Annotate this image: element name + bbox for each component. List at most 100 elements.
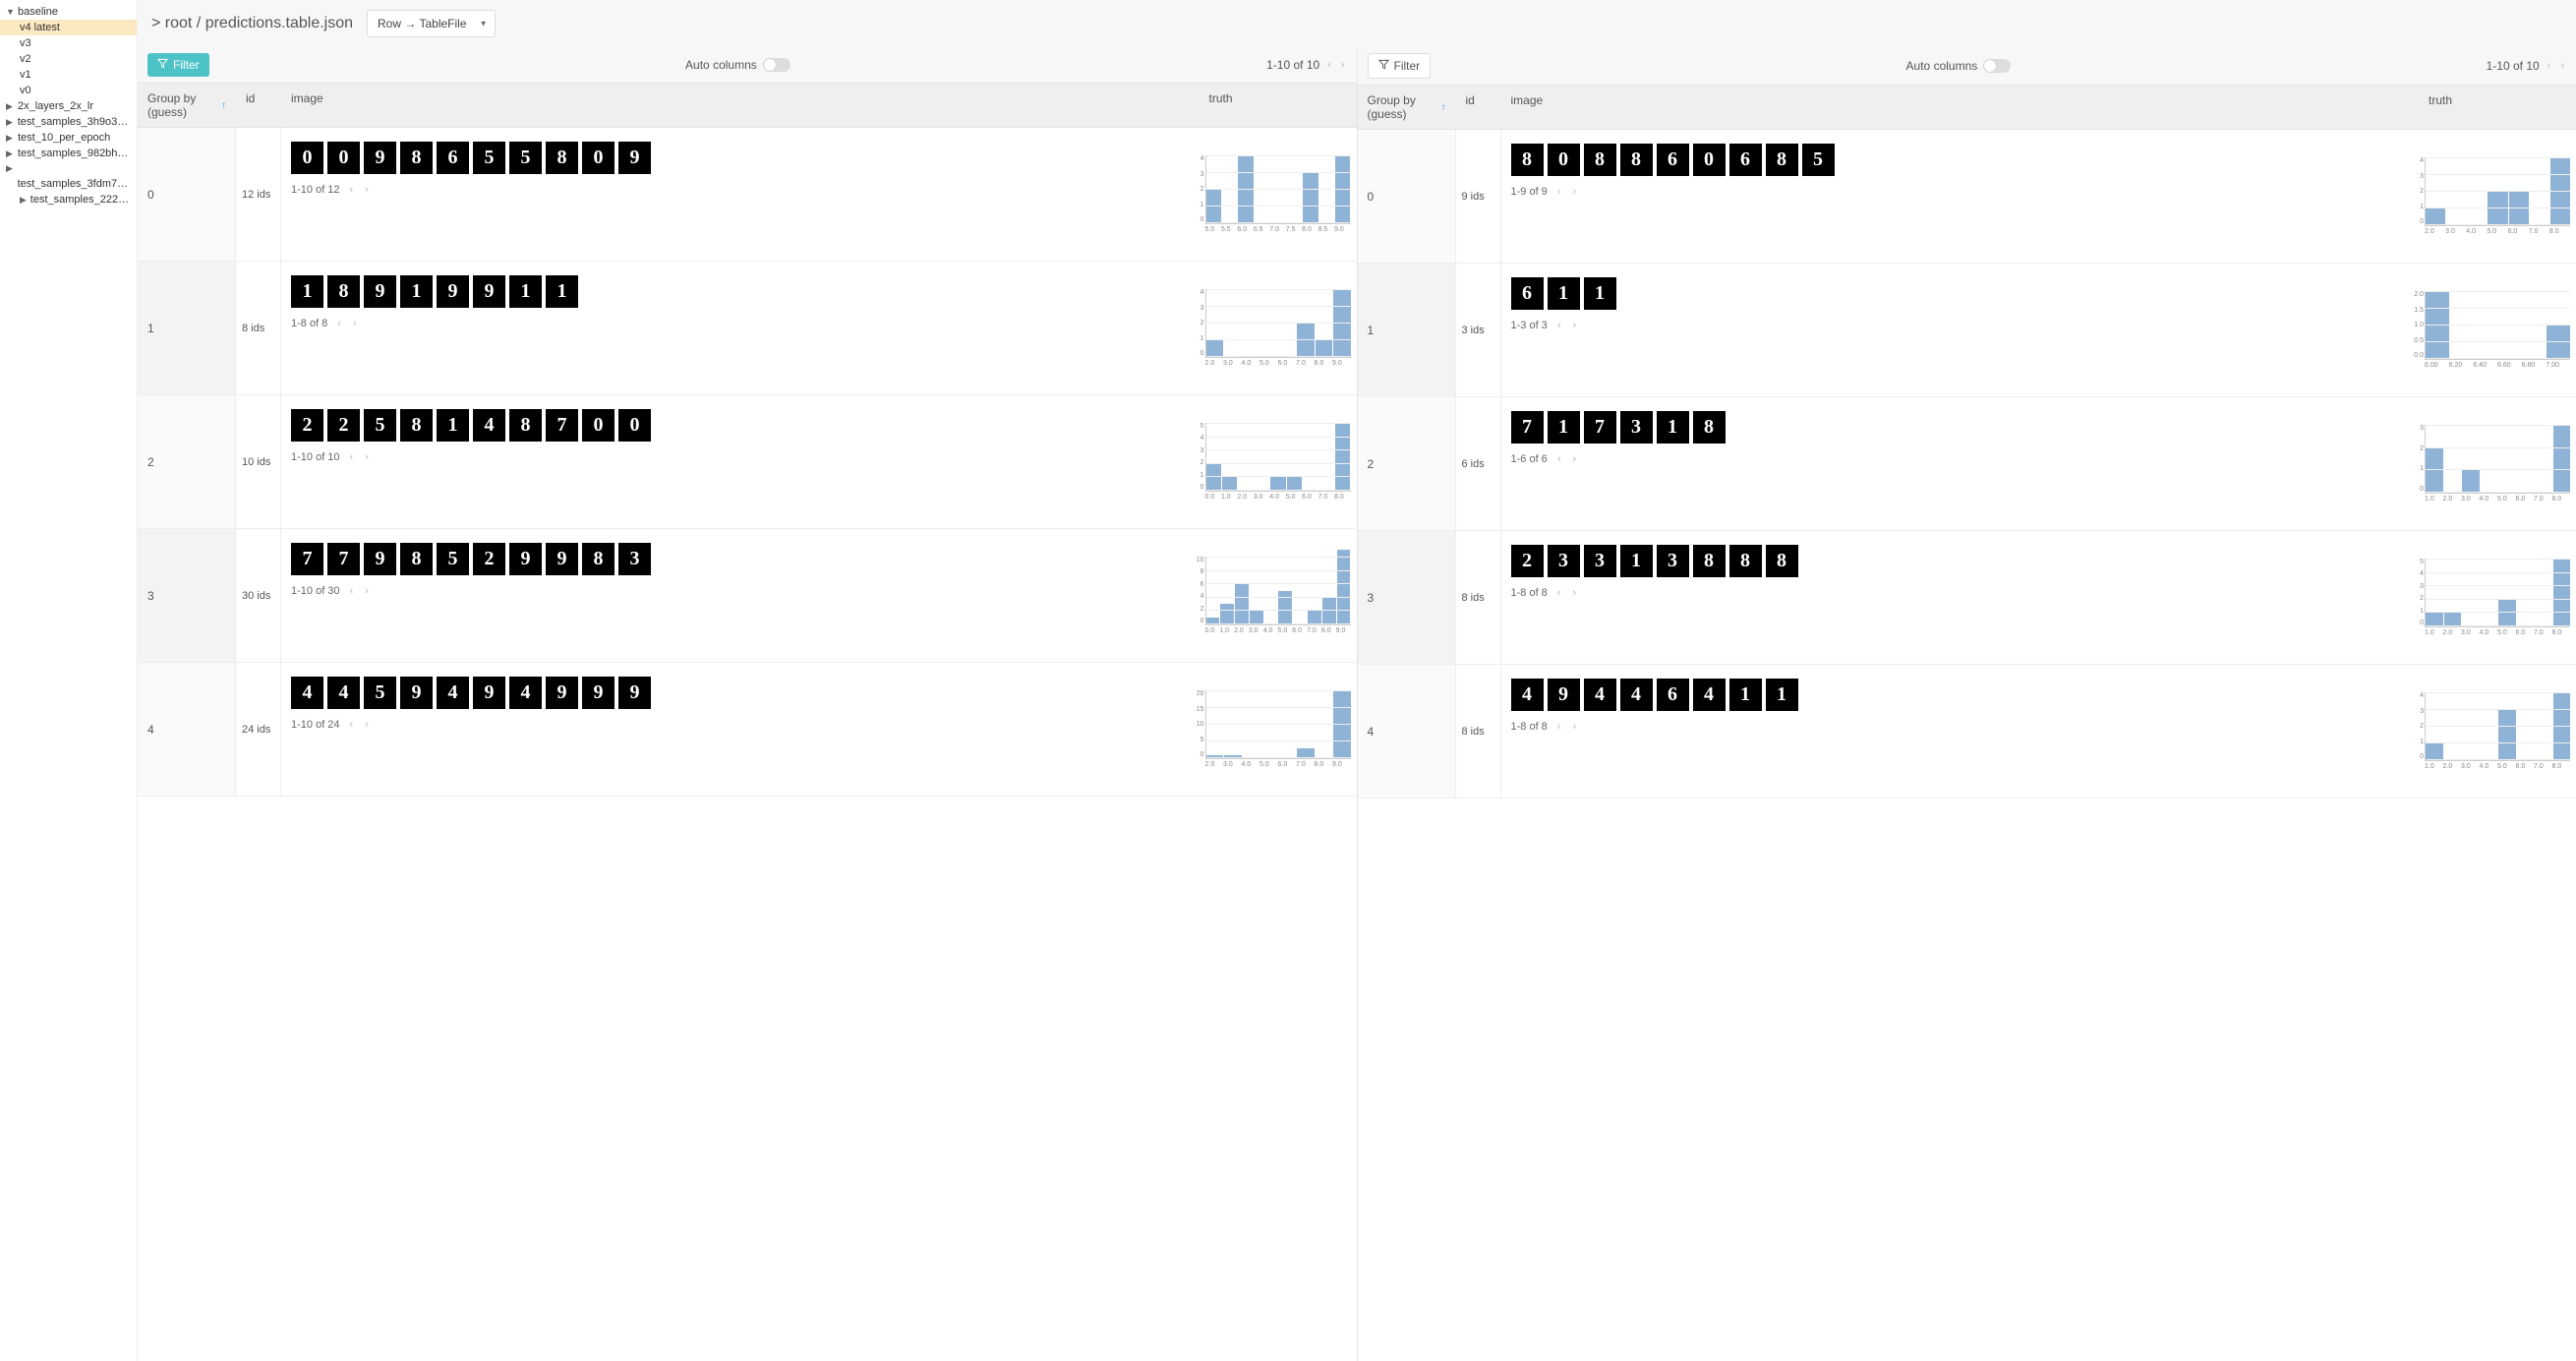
image-thumbnail[interactable]: 7 <box>1511 411 1544 444</box>
sidebar-item[interactable]: v1 <box>0 67 137 83</box>
pager-next-icon[interactable]: › <box>363 184 371 196</box>
image-thumbnail[interactable]: 4 <box>1584 679 1616 711</box>
image-thumbnail[interactable]: 8 <box>1693 545 1726 577</box>
image-thumbnail[interactable]: 1 <box>1584 277 1616 310</box>
image-thumbnail[interactable]: 1 <box>437 409 469 442</box>
col-header-image[interactable]: image <box>281 84 1200 127</box>
pager-next-icon[interactable]: › <box>1339 59 1347 71</box>
pager-prev-icon[interactable]: ‹ <box>335 318 343 329</box>
image-thumbnail[interactable]: 4 <box>327 677 360 709</box>
image-thumbnail[interactable]: 1 <box>1620 545 1653 577</box>
image-thumbnail[interactable]: 5 <box>509 142 542 174</box>
image-thumbnail[interactable]: 0 <box>582 409 615 442</box>
image-thumbnail[interactable]: 0 <box>1693 144 1726 176</box>
pager-next-icon[interactable]: › <box>1570 453 1578 465</box>
image-thumbnail[interactable]: 4 <box>437 677 469 709</box>
image-thumbnail[interactable]: 3 <box>1620 411 1653 444</box>
image-thumbnail[interactable]: 8 <box>582 543 615 575</box>
caret-right-icon[interactable]: ▶ <box>6 148 16 159</box>
image-thumbnail[interactable]: 9 <box>618 677 651 709</box>
image-thumbnail[interactable]: 7 <box>291 543 323 575</box>
row-type-select[interactable]: Row → TableFile <box>367 10 495 37</box>
sidebar-item[interactable]: v0 <box>0 83 137 98</box>
col-header-group[interactable]: Group by (guess) ↑ <box>138 84 236 127</box>
image-thumbnail[interactable]: 3 <box>1548 545 1580 577</box>
col-header-id[interactable]: id <box>1456 86 1501 129</box>
image-thumbnail[interactable]: 1 <box>400 275 433 308</box>
sidebar-item[interactable]: ▼baseline <box>0 4 137 20</box>
image-thumbnail[interactable]: 0 <box>291 142 323 174</box>
caret-right-icon[interactable]: ▶ <box>6 101 16 112</box>
pager-prev-icon[interactable]: ‹ <box>1555 320 1563 331</box>
sidebar-item[interactable]: ▶ <box>0 161 137 176</box>
pager-next-icon[interactable]: › <box>2558 60 2566 72</box>
pager-next-icon[interactable]: › <box>1570 320 1578 331</box>
image-thumbnail[interactable]: 4 <box>1511 679 1544 711</box>
image-thumbnail[interactable]: 7 <box>546 409 578 442</box>
image-thumbnail[interactable]: 6 <box>1657 144 1689 176</box>
image-thumbnail[interactable]: 8 <box>509 409 542 442</box>
sidebar-item[interactable]: v3 <box>0 35 137 51</box>
caret-right-icon[interactable]: ▶ <box>6 117 16 128</box>
image-thumbnail[interactable]: 5 <box>364 409 396 442</box>
image-thumbnail[interactable]: 5 <box>437 543 469 575</box>
image-thumbnail[interactable]: 8 <box>400 543 433 575</box>
image-thumbnail[interactable]: 4 <box>1620 679 1653 711</box>
caret-right-icon[interactable]: ▶ <box>20 195 29 206</box>
image-thumbnail[interactable]: 1 <box>1657 411 1689 444</box>
image-thumbnail[interactable]: 2 <box>327 409 360 442</box>
pager-next-icon[interactable]: › <box>1570 721 1578 733</box>
col-header-id[interactable]: id <box>236 84 281 127</box>
image-thumbnail[interactable]: 8 <box>400 409 433 442</box>
sidebar-item[interactable]: ▶test_samples_982bhhip <box>0 146 137 161</box>
image-thumbnail[interactable]: 3 <box>1584 545 1616 577</box>
image-thumbnail[interactable]: 1 <box>291 275 323 308</box>
image-thumbnail[interactable]: 9 <box>364 142 396 174</box>
pager-next-icon[interactable]: › <box>363 451 371 463</box>
table-rows[interactable]: 09 ids8088606851-9 of 9‹›012342.03.04.05… <box>1358 130 2576 1361</box>
image-thumbnail[interactable]: 4 <box>291 677 323 709</box>
col-header-group[interactable]: Group by (guess) ↑ <box>1358 86 1456 129</box>
image-thumbnail[interactable]: 8 <box>1620 144 1653 176</box>
pager-next-icon[interactable]: › <box>1570 186 1578 198</box>
image-thumbnail[interactable]: 9 <box>437 275 469 308</box>
sidebar-item[interactable]: ▶2x_layers_2x_lr <box>0 98 137 114</box>
table-rows[interactable]: 012 ids00986558091-10 of 12‹›012345.05.5… <box>138 128 1357 1361</box>
image-thumbnail[interactable]: 1 <box>509 275 542 308</box>
image-thumbnail[interactable]: 5 <box>364 677 396 709</box>
breadcrumb[interactable]: > root / predictions.table.json <box>151 15 353 32</box>
pager-next-icon[interactable]: › <box>351 318 359 329</box>
sidebar-item[interactable]: test_samples_3fdm7dea <box>0 176 137 192</box>
col-header-image[interactable]: image <box>1501 86 2420 129</box>
caret-right-icon[interactable]: ▶ <box>6 163 16 174</box>
image-thumbnail[interactable]: 8 <box>1766 545 1798 577</box>
image-thumbnail[interactable]: 8 <box>1693 411 1726 444</box>
image-thumbnail[interactable]: 4 <box>1693 679 1726 711</box>
image-thumbnail[interactable]: 8 <box>1766 144 1798 176</box>
image-thumbnail[interactable]: 9 <box>509 543 542 575</box>
image-thumbnail[interactable]: 9 <box>546 543 578 575</box>
image-thumbnail[interactable]: 9 <box>582 677 615 709</box>
pager-prev-icon[interactable]: ‹ <box>1555 186 1563 198</box>
image-thumbnail[interactable]: 0 <box>618 409 651 442</box>
pager-next-icon[interactable]: › <box>1570 587 1578 599</box>
image-thumbnail[interactable]: 9 <box>473 275 505 308</box>
image-thumbnail[interactable]: 9 <box>364 543 396 575</box>
sidebar-item[interactable]: v2 <box>0 51 137 67</box>
col-header-truth[interactable]: truth <box>1200 84 1357 127</box>
image-thumbnail[interactable]: 1 <box>1548 277 1580 310</box>
pager-prev-icon[interactable]: ‹ <box>348 719 356 731</box>
caret-right-icon[interactable]: ▶ <box>6 133 16 144</box>
image-thumbnail[interactable]: 0 <box>327 142 360 174</box>
sidebar-item[interactable]: ▶test_samples_3h9o3dsk <box>0 114 137 130</box>
image-thumbnail[interactable]: 8 <box>400 142 433 174</box>
image-thumbnail[interactable]: 6 <box>437 142 469 174</box>
image-thumbnail[interactable]: 8 <box>1511 144 1544 176</box>
caret-down-icon[interactable]: ▼ <box>6 7 16 17</box>
image-thumbnail[interactable]: 9 <box>400 677 433 709</box>
image-thumbnail[interactable]: 2 <box>1511 545 1544 577</box>
sidebar-item[interactable]: ▶test_samples_222yogf6 <box>0 192 137 207</box>
image-thumbnail[interactable]: 9 <box>618 142 651 174</box>
image-thumbnail[interactable]: 0 <box>1548 144 1580 176</box>
pager-prev-icon[interactable]: ‹ <box>1555 721 1563 733</box>
